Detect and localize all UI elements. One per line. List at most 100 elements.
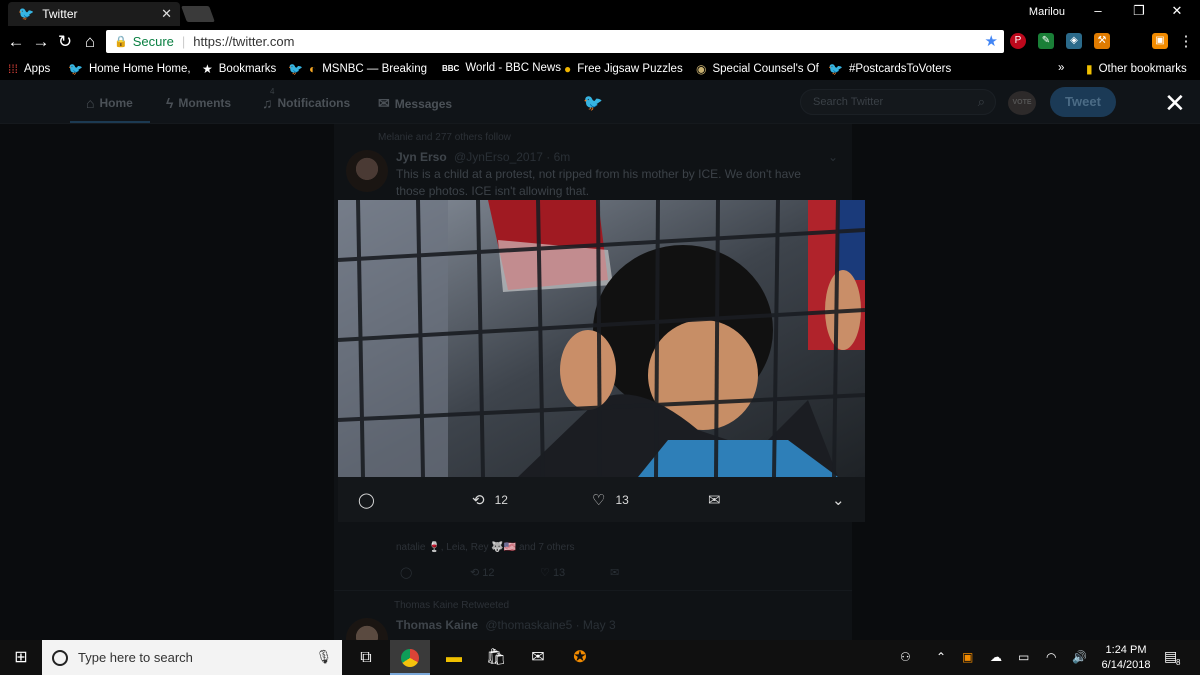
window-close-icon[interactable]: ✕ [1162, 3, 1192, 19]
bookmark-postcards[interactable]: 🐦 #PostcardsToVoters [828, 62, 951, 76]
bookmark-bookmarks[interactable]: ★ Bookmarks [202, 62, 276, 76]
apps-grid-icon: ⁞⁞⁞ [8, 62, 19, 76]
nav-moments[interactable]: ϟ Moments [166, 95, 231, 111]
restore-icon[interactable]: ❐ [1124, 3, 1154, 19]
system-clock[interactable]: 1:24 PM 6/14/2018 [1098, 643, 1154, 673]
bookmark-other[interactable]: ▮ Other bookmarks [1086, 62, 1187, 76]
bookmark-home[interactable]: 🐦 Home Home Home, [68, 62, 191, 76]
browser-tabbar: 🐦 Twitter ✕ Marilou – ❐ ✕ [0, 0, 1200, 26]
task-view-icon[interactable]: ⧉ [346, 640, 386, 675]
bookmark-special-counsel[interactable]: ◉ Special Counsel's Of [696, 62, 819, 76]
reply-icon[interactable]: ◯ [400, 566, 412, 579]
like-button[interactable]: ♡ 13 [592, 491, 629, 509]
bookmark-msnbc[interactable]: 🐦 ◐ MSNBC — Breaking [288, 62, 427, 76]
avast-icon[interactable]: ✪ [560, 640, 600, 675]
reload-icon[interactable]: ↻ [55, 32, 75, 52]
volume-icon[interactable]: 🔊 [1072, 650, 1087, 664]
address-separator: | [181, 34, 186, 49]
blue-extension-icon[interactable]: ◈ [1066, 33, 1082, 49]
bbc-icon: BBC [442, 63, 460, 73]
twitter-bird-icon: 🐦 [18, 6, 35, 21]
more-options[interactable]: ⌄ [832, 491, 855, 509]
menu-kebab-icon[interactable]: ⋮ [1176, 32, 1196, 50]
bookmark-jigsaw[interactable]: ● Free Jigsaw Puzzles [564, 62, 683, 76]
battery-icon[interactable]: ▭ [1018, 650, 1029, 664]
retweet-count: 12 [494, 493, 508, 507]
reply-icon: ◯ [358, 492, 375, 509]
avatar[interactable] [346, 150, 388, 192]
windows-taskbar: ⊞ Type here to search 🎙 ⧉ ▬ 🛍 ✉ ✪ ⚇ ⌃ ▣ … [0, 640, 1200, 675]
start-button[interactable]: ⊞ [0, 640, 42, 675]
dm-icon[interactable]: ✉ [610, 566, 619, 579]
forward-arrow-icon[interactable]: → [31, 32, 51, 52]
show-hidden-icons[interactable]: ⌃ [936, 650, 946, 664]
notifications-badge: 4 [270, 87, 275, 96]
avast-tray-icon[interactable]: ▣ [962, 650, 973, 664]
like-button[interactable]: ♡ 13 [540, 566, 565, 579]
dm-button[interactable]: ✉ [708, 491, 731, 509]
twitter-bird-icon: 🐦 [68, 62, 83, 76]
bookmark-apps[interactable]: ⁞⁞⁞ Apps [8, 62, 50, 76]
orange-extension-icon[interactable]: ▣ [1152, 33, 1168, 49]
address-bar[interactable]: 🔒 Secure | https://twitter.com ★ [106, 30, 1004, 53]
retweet-button[interactable]: ⟲ 12 [470, 566, 495, 579]
bookmark-star-icon[interactable]: ★ [985, 32, 998, 50]
green-extension-icon[interactable]: ✎ [1038, 33, 1054, 49]
bookmarks-overflow[interactable]: » [1058, 62, 1064, 74]
store-icon[interactable]: 🛍 [476, 640, 516, 675]
browser-tab-twitter[interactable]: 🐦 Twitter ✕ [8, 2, 180, 26]
nav-notifications[interactable]: ♫ Notifications [262, 95, 350, 111]
windows-logo-icon: ⊞ [14, 649, 28, 666]
photo-child-behind-fence [338, 200, 865, 477]
like-count: 13 [615, 493, 629, 507]
twitter-search-input[interactable]: Search Twitter ⌕ [800, 89, 996, 115]
tweet-photo[interactable] [338, 200, 865, 477]
profile-avatar-vote[interactable]: VOTE [1008, 91, 1036, 115]
avatar[interactable] [346, 618, 388, 640]
close-overlay-icon[interactable]: ✕ [1164, 90, 1186, 116]
home-icon: ⌂ [86, 95, 95, 111]
taskbar-search-input[interactable]: Type here to search 🎙 [42, 640, 342, 675]
chrome-app-icon[interactable] [390, 640, 430, 675]
new-tab-button[interactable] [181, 6, 215, 22]
nav-messages[interactable]: ✉ Messages [378, 95, 452, 112]
tweet-button[interactable]: Tweet [1050, 87, 1116, 117]
pinterest-extension-icon[interactable]: P [1010, 33, 1026, 49]
cortana-icon [52, 649, 68, 666]
retweet-icon: ⟲ [470, 567, 480, 579]
secure-label: Secure [132, 34, 174, 49]
tweet-author[interactable]: Thomas Kaine @thomaskaine5 · May 3 [396, 618, 616, 632]
address-url[interactable]: https://twitter.com [193, 34, 294, 49]
tweet-handle: @thomaskaine5 · May 3 [485, 618, 616, 632]
twitter-nav: ⌂ Home ϟ Moments ♫ Notifications 4 ✉ Mes… [0, 80, 1200, 124]
onedrive-icon[interactable]: ☁ [990, 650, 1002, 664]
tweet-author[interactable]: Jyn Erso @JynErso_2017 · 6m [396, 150, 570, 164]
tweet-divider [334, 590, 852, 591]
twitter-logo-icon: 🐦 [583, 95, 603, 112]
reply-button[interactable]: ◯ [358, 491, 385, 509]
wrench-extension-icon[interactable]: ⚒ [1094, 33, 1110, 49]
twitter-bird-icon: 🐦 [288, 62, 303, 76]
lightning-icon: ϟ [166, 95, 174, 111]
tab-title: Twitter [42, 7, 78, 21]
tab-close-icon[interactable]: ✕ [161, 6, 172, 22]
home-active-underline [70, 121, 150, 123]
clock-date: 6/14/2018 [1101, 659, 1151, 671]
chevron-down-icon: ⌄ [832, 492, 845, 509]
back-arrow-icon[interactable]: ← [6, 32, 26, 52]
search-icon: ⌕ [977, 94, 985, 109]
nav-home[interactable]: ⌂ Home [86, 95, 133, 111]
people-icon[interactable]: ⚇ [900, 650, 911, 664]
profile-name[interactable]: Marilou [1029, 6, 1065, 18]
chevron-down-icon[interactable]: ⌄ [828, 150, 838, 164]
microphone-icon[interactable]: 🎙 [315, 649, 332, 665]
retweet-button[interactable]: ⟲ 12 [472, 491, 508, 509]
wifi-icon[interactable]: ◠ [1046, 650, 1056, 664]
mail-icon[interactable]: ✉ [518, 640, 558, 675]
tweet-social-context: Melanie and 277 others follow [378, 132, 511, 143]
minimize-icon[interactable]: – [1083, 3, 1113, 18]
file-explorer-icon[interactable]: ▬ [434, 640, 474, 675]
seal-icon: ◉ [696, 62, 707, 76]
bookmark-bbc[interactable]: BBC World - BBC News [442, 62, 561, 74]
home-icon[interactable]: ⌂ [80, 32, 100, 52]
